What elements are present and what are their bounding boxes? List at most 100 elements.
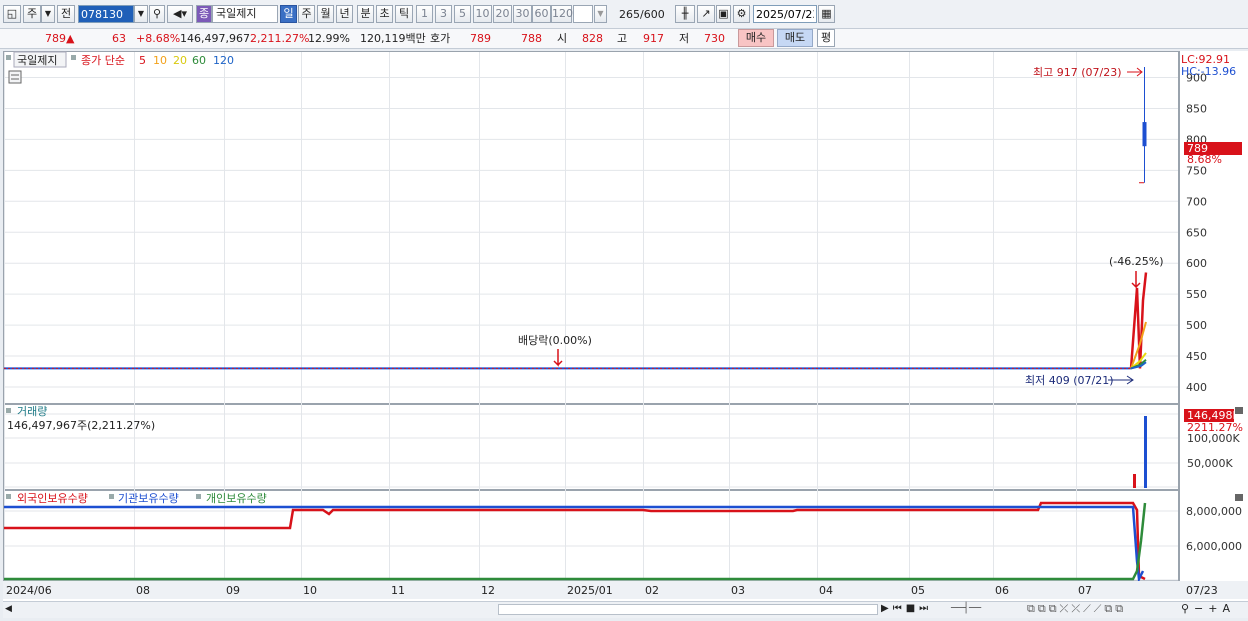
zoom-slider[interactable]: ──┤──	[951, 603, 981, 614]
ma-60: 60	[192, 54, 206, 67]
interval-60[interactable]: 60	[532, 5, 551, 23]
holdings-tick-2: 6,000,000	[1186, 540, 1242, 553]
price-tick: 650	[1186, 226, 1207, 239]
x-axis-label: 12	[481, 584, 495, 597]
x-axis-label: 09	[226, 584, 240, 597]
drop-note: (-46.25%)	[1109, 255, 1164, 268]
low-value: 730	[704, 32, 725, 45]
high-label: 고	[617, 32, 628, 45]
date-input[interactable]	[753, 5, 817, 23]
prev-button[interactable]: 전	[57, 5, 75, 23]
hc-value: HC:-13.96	[1181, 65, 1236, 78]
stock-chart[interactable]: 900850800750700650600550500450400 국일제지 종…	[3, 51, 1248, 617]
grid-toggle-icon[interactable]	[8, 70, 22, 84]
price-tick: 850	[1186, 102, 1207, 115]
tab-week[interactable]: 주	[298, 5, 315, 23]
interval-dropdown-icon[interactable]: ▼	[594, 5, 607, 23]
layout-icon[interactable]: ◱	[3, 5, 21, 23]
gear-icon[interactable]: ⚙	[733, 5, 750, 23]
toolbar: ◱ 주 ▼ 전 ▼ ⚲ ◀▾ 종 국일제지 일 주 월 년 분 초 틱 1 3 …	[0, 0, 1248, 29]
bid-label: 호가	[430, 32, 451, 45]
up-arrow-icon: ▲	[66, 32, 75, 45]
scrollbar[interactable]: ◀ ▶⏮■⏭ ──┤── ⧉⧉⧉⤫⤫⟋⟋⧉⧉ ⚲−+A	[3, 601, 1248, 618]
interval-5[interactable]: 5	[454, 5, 471, 23]
tab-month[interactable]: 월	[317, 5, 334, 23]
volume-maximize-icon[interactable]	[1235, 407, 1243, 414]
holdings-individual-label: 개인보유수량	[206, 492, 267, 505]
holdings-institution-label: 기관보유수량	[118, 492, 179, 505]
x-last-label: 07/23	[1186, 584, 1218, 597]
zoom-icons[interactable]: ⚲−+A	[1181, 602, 1235, 615]
amount-value: 120,119백만	[360, 32, 426, 45]
high-note: 최고 917 (07/23)	[1033, 66, 1122, 79]
bid-value: 789	[470, 32, 491, 45]
holdings-foreign-label: 외국인보유수량	[17, 492, 88, 505]
price-tick: 750	[1186, 164, 1207, 177]
tab-tick[interactable]: 틱	[395, 5, 413, 23]
volume-tick-1: 100,000K	[1187, 432, 1240, 445]
x-axis-label: 03	[731, 584, 745, 597]
ma-10: 10	[153, 54, 167, 67]
holdings-maximize-icon[interactable]	[1235, 494, 1243, 501]
price-tick: 600	[1186, 257, 1207, 270]
quote-bar: 789 ▲ 63 +8.68% 146,497,967 2,211.27% 12…	[0, 29, 1248, 49]
scroll-left-icon[interactable]: ◀	[5, 604, 12, 614]
count-value: 265	[619, 8, 640, 21]
sell-button[interactable]: 매도	[777, 29, 813, 47]
playback-controls-icon[interactable]: ▶⏮■⏭	[881, 603, 932, 614]
calendar-icon[interactable]: ▦	[818, 5, 835, 23]
open-label: 시	[557, 32, 568, 45]
stock-name[interactable]: 국일제지	[212, 5, 278, 23]
code-dropdown-icon[interactable]: ▼	[134, 5, 148, 23]
code-input[interactable]	[78, 5, 134, 23]
chevron-down-icon[interactable]: ▼	[41, 5, 55, 23]
volume-panel-frame	[3, 404, 1179, 490]
save-icon[interactable]: ▣	[716, 5, 731, 23]
ma-title: 종가 단순	[81, 54, 125, 67]
tab-minute[interactable]: 분	[357, 5, 374, 23]
scroll-thumb[interactable]	[498, 604, 878, 615]
x-axis-label: 08	[136, 584, 150, 597]
x-axis-label: 10	[303, 584, 317, 597]
low-note: 최저 409 (07/21)	[1025, 374, 1114, 387]
open-value: 828	[582, 32, 603, 45]
candle-icon[interactable]: ╫	[675, 5, 695, 23]
tab-second[interactable]: 초	[376, 5, 393, 23]
volume-bar-last	[1144, 416, 1147, 488]
x-axis-label: 06	[995, 584, 1009, 597]
interval-10[interactable]: 10	[473, 5, 492, 23]
price-value: 789	[45, 32, 66, 45]
price-tick: 400	[1186, 381, 1207, 394]
volume-bar-prev	[1133, 474, 1136, 488]
tab-day[interactable]: 일	[280, 5, 297, 23]
avg-button[interactable]: 평	[817, 29, 835, 47]
turnover-value: 12.99%	[308, 32, 350, 45]
interval-3[interactable]: 3	[435, 5, 452, 23]
ma-20: 20	[173, 54, 187, 67]
interval-1[interactable]: 1	[416, 5, 433, 23]
tool-icons[interactable]: ⧉⧉⧉⤫⤫⟋⟋⧉⧉	[1027, 602, 1126, 616]
speaker-icon[interactable]: ◀▾	[167, 5, 193, 23]
interval-30[interactable]: 30	[513, 5, 532, 23]
volume-pct: 2,211.27%	[250, 32, 310, 45]
dividend-note: 배당락(0.00%)	[518, 334, 592, 347]
interval-120[interactable]: 120	[551, 5, 573, 23]
holdings-tick-1: 8,000,000	[1186, 505, 1242, 518]
last-pct: 8.68%	[1187, 153, 1222, 166]
volume-value: 146,497,967	[180, 32, 250, 45]
period-select[interactable]: 주	[23, 5, 41, 23]
low-label: 저	[679, 32, 690, 45]
ma-120: 120	[213, 54, 234, 67]
buy-button[interactable]: 매수	[738, 29, 774, 47]
interval-custom-input[interactable]	[573, 5, 593, 23]
ask-value: 788	[521, 32, 542, 45]
x-axis-label: 07	[1078, 584, 1092, 597]
search-icon[interactable]: ⚲	[149, 5, 165, 23]
ma-5: 5	[139, 54, 146, 67]
price-tick: 550	[1186, 288, 1207, 301]
draw-tool-icon[interactable]: ↗	[697, 5, 715, 23]
change-pct: +8.68%	[136, 32, 181, 45]
interval-20[interactable]: 20	[493, 5, 512, 23]
volume-info: 146,497,967주(2,211.27%)	[7, 419, 155, 432]
tab-year[interactable]: 년	[336, 5, 353, 23]
